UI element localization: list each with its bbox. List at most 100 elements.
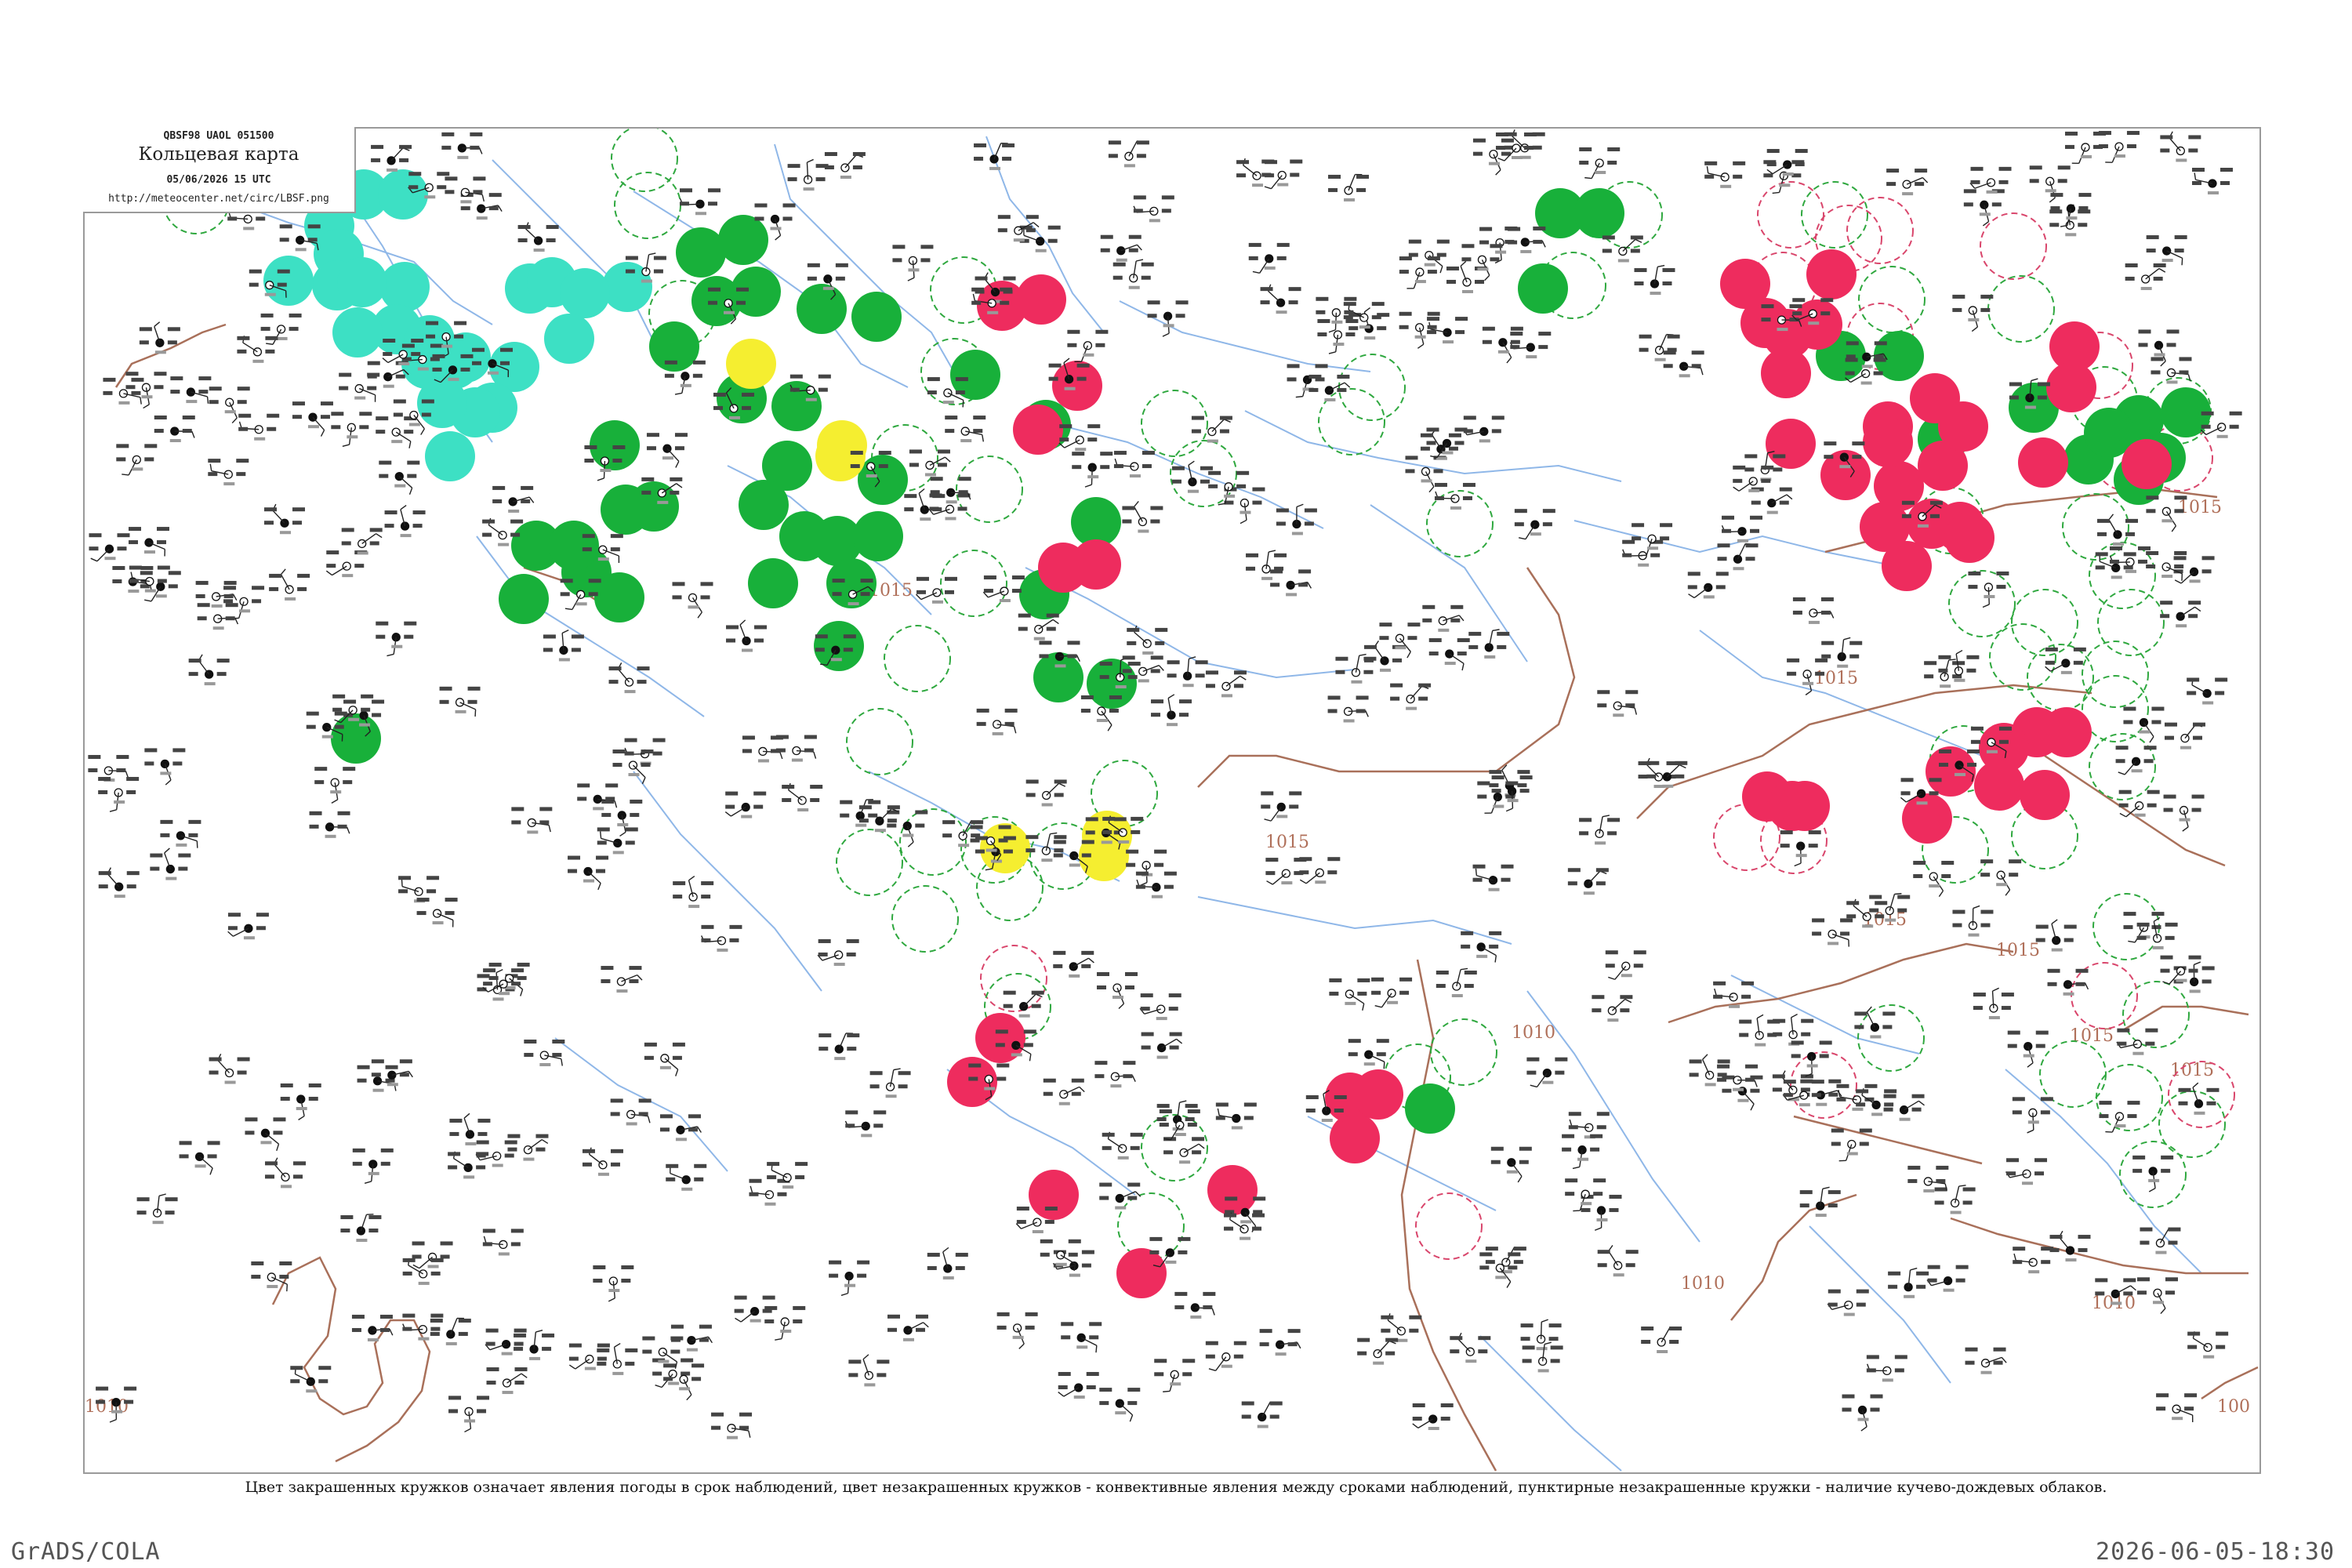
station-value-glyph xyxy=(116,444,129,448)
station-value-glyph xyxy=(1565,1192,1575,1196)
wind-barb-flag xyxy=(750,1185,753,1193)
station-value-glyph xyxy=(1522,1345,1535,1350)
station-value-glyph xyxy=(209,400,219,405)
station-value-glyph xyxy=(605,783,619,788)
station-value-glyph xyxy=(1376,1052,1386,1057)
wind-barb-flag xyxy=(1794,862,1802,867)
station-id-glyph xyxy=(681,1187,693,1191)
station-value-glyph xyxy=(1875,914,1885,919)
station-id-glyph xyxy=(1477,267,1489,271)
source-url[interactable]: http://meteocenter.net/circ/LBSF.png xyxy=(83,193,354,205)
weather-disk xyxy=(814,621,864,671)
station-model xyxy=(644,1042,685,1076)
station-value-glyph xyxy=(1156,1117,1167,1122)
station-value-glyph xyxy=(1934,1187,1947,1192)
station-value-glyph xyxy=(1337,374,1350,379)
station-value-glyph xyxy=(2118,803,2129,808)
station-value-glyph xyxy=(818,952,828,956)
station-value-glyph xyxy=(1141,275,1151,280)
station-value-glyph xyxy=(2140,1240,2150,1245)
station-value-glyph xyxy=(1773,454,1786,459)
station-value-glyph xyxy=(1124,971,1138,976)
station-value-glyph xyxy=(1597,1250,1610,1254)
station-value-glyph xyxy=(236,472,246,477)
station-model xyxy=(1426,427,1468,459)
station-value-glyph xyxy=(1343,302,1356,307)
station-model xyxy=(2191,168,2233,195)
station-value-glyph xyxy=(1127,1196,1138,1200)
station-value-glyph xyxy=(2007,1030,2020,1035)
station-circle xyxy=(834,950,844,960)
station-value-glyph xyxy=(1265,871,1276,876)
station-value-glyph xyxy=(1418,696,1428,701)
station-value-glyph xyxy=(968,1076,978,1081)
weather-disk xyxy=(726,339,776,389)
station-value-glyph xyxy=(2078,1248,2088,1253)
station-value-glyph xyxy=(1095,329,1109,334)
station-value-glyph xyxy=(448,1409,459,1414)
station-value-glyph xyxy=(1179,713,1189,717)
station-value-glyph xyxy=(1053,964,1063,968)
station-value-glyph xyxy=(1168,1007,1178,1011)
station-value-glyph xyxy=(426,889,437,894)
station-value-glyph xyxy=(1044,1220,1054,1225)
station-value-glyph xyxy=(670,477,683,481)
station-id-glyph xyxy=(463,1175,475,1179)
station-value-glyph xyxy=(476,1153,486,1158)
weather-disk xyxy=(2042,707,2092,757)
station-value-glyph xyxy=(237,1057,250,1062)
wind-barb xyxy=(1525,524,1536,540)
station-value-glyph xyxy=(1455,330,1465,335)
station-model xyxy=(1952,294,1994,332)
station-value-glyph xyxy=(847,1047,857,1051)
station-id-glyph xyxy=(1733,567,1744,571)
station-id-glyph xyxy=(264,292,276,296)
station-value-glyph xyxy=(1025,779,1039,784)
weather-disk xyxy=(2020,770,2070,820)
station-value-glyph xyxy=(1479,240,1490,245)
station-value-glyph xyxy=(238,426,249,431)
station-value-glyph xyxy=(2191,168,2205,172)
station-model xyxy=(1526,1057,1568,1088)
wind-barb-flag xyxy=(1328,329,1336,333)
weather-disk xyxy=(739,480,789,530)
station-value-glyph xyxy=(795,1162,808,1167)
station-value-glyph xyxy=(625,269,635,274)
station-value-glyph xyxy=(1609,1207,1619,1212)
station-value-glyph xyxy=(1900,791,1911,796)
station-value-glyph xyxy=(1031,1004,1041,1008)
station-id-glyph xyxy=(844,1283,856,1287)
station-value-glyph xyxy=(2174,509,2184,514)
station-value-glyph xyxy=(1625,1263,1635,1268)
station-model xyxy=(1791,1040,1832,1077)
station-id-glyph xyxy=(204,682,216,686)
station-id-glyph xyxy=(1782,172,1794,176)
station-model xyxy=(840,799,881,827)
station-id-glyph xyxy=(2148,1178,2160,1182)
weather-disk xyxy=(560,268,610,318)
station-value-glyph xyxy=(1127,675,1138,680)
station-id-glyph xyxy=(224,1080,236,1084)
station-value-glyph xyxy=(1287,1329,1301,1334)
station-id-glyph xyxy=(1837,664,1849,668)
station-value-glyph xyxy=(352,1148,365,1152)
station-id-glyph xyxy=(445,1341,457,1345)
station-value-glyph xyxy=(1555,1070,1565,1075)
station-value-glyph xyxy=(2073,647,2086,652)
station-id-glyph xyxy=(1041,858,1053,862)
weather-disk xyxy=(853,511,903,561)
station-value-glyph xyxy=(1490,257,1500,262)
station-value-glyph xyxy=(1579,160,1589,165)
station-value-glyph xyxy=(1597,690,1610,695)
station-id-glyph xyxy=(1101,840,1112,844)
station-id-glyph xyxy=(356,1239,368,1243)
station-model xyxy=(1099,1182,1142,1210)
station-value-glyph xyxy=(1127,1182,1141,1187)
wind-barb-flag xyxy=(2194,172,2197,180)
station-value-glyph xyxy=(1317,332,1327,337)
station-id-glyph xyxy=(861,1134,873,1138)
station-id-glyph xyxy=(2172,1417,2183,1421)
station-id-glyph xyxy=(1331,320,1343,324)
weather-disk xyxy=(1353,1069,1403,1120)
station-value-glyph xyxy=(172,748,186,753)
